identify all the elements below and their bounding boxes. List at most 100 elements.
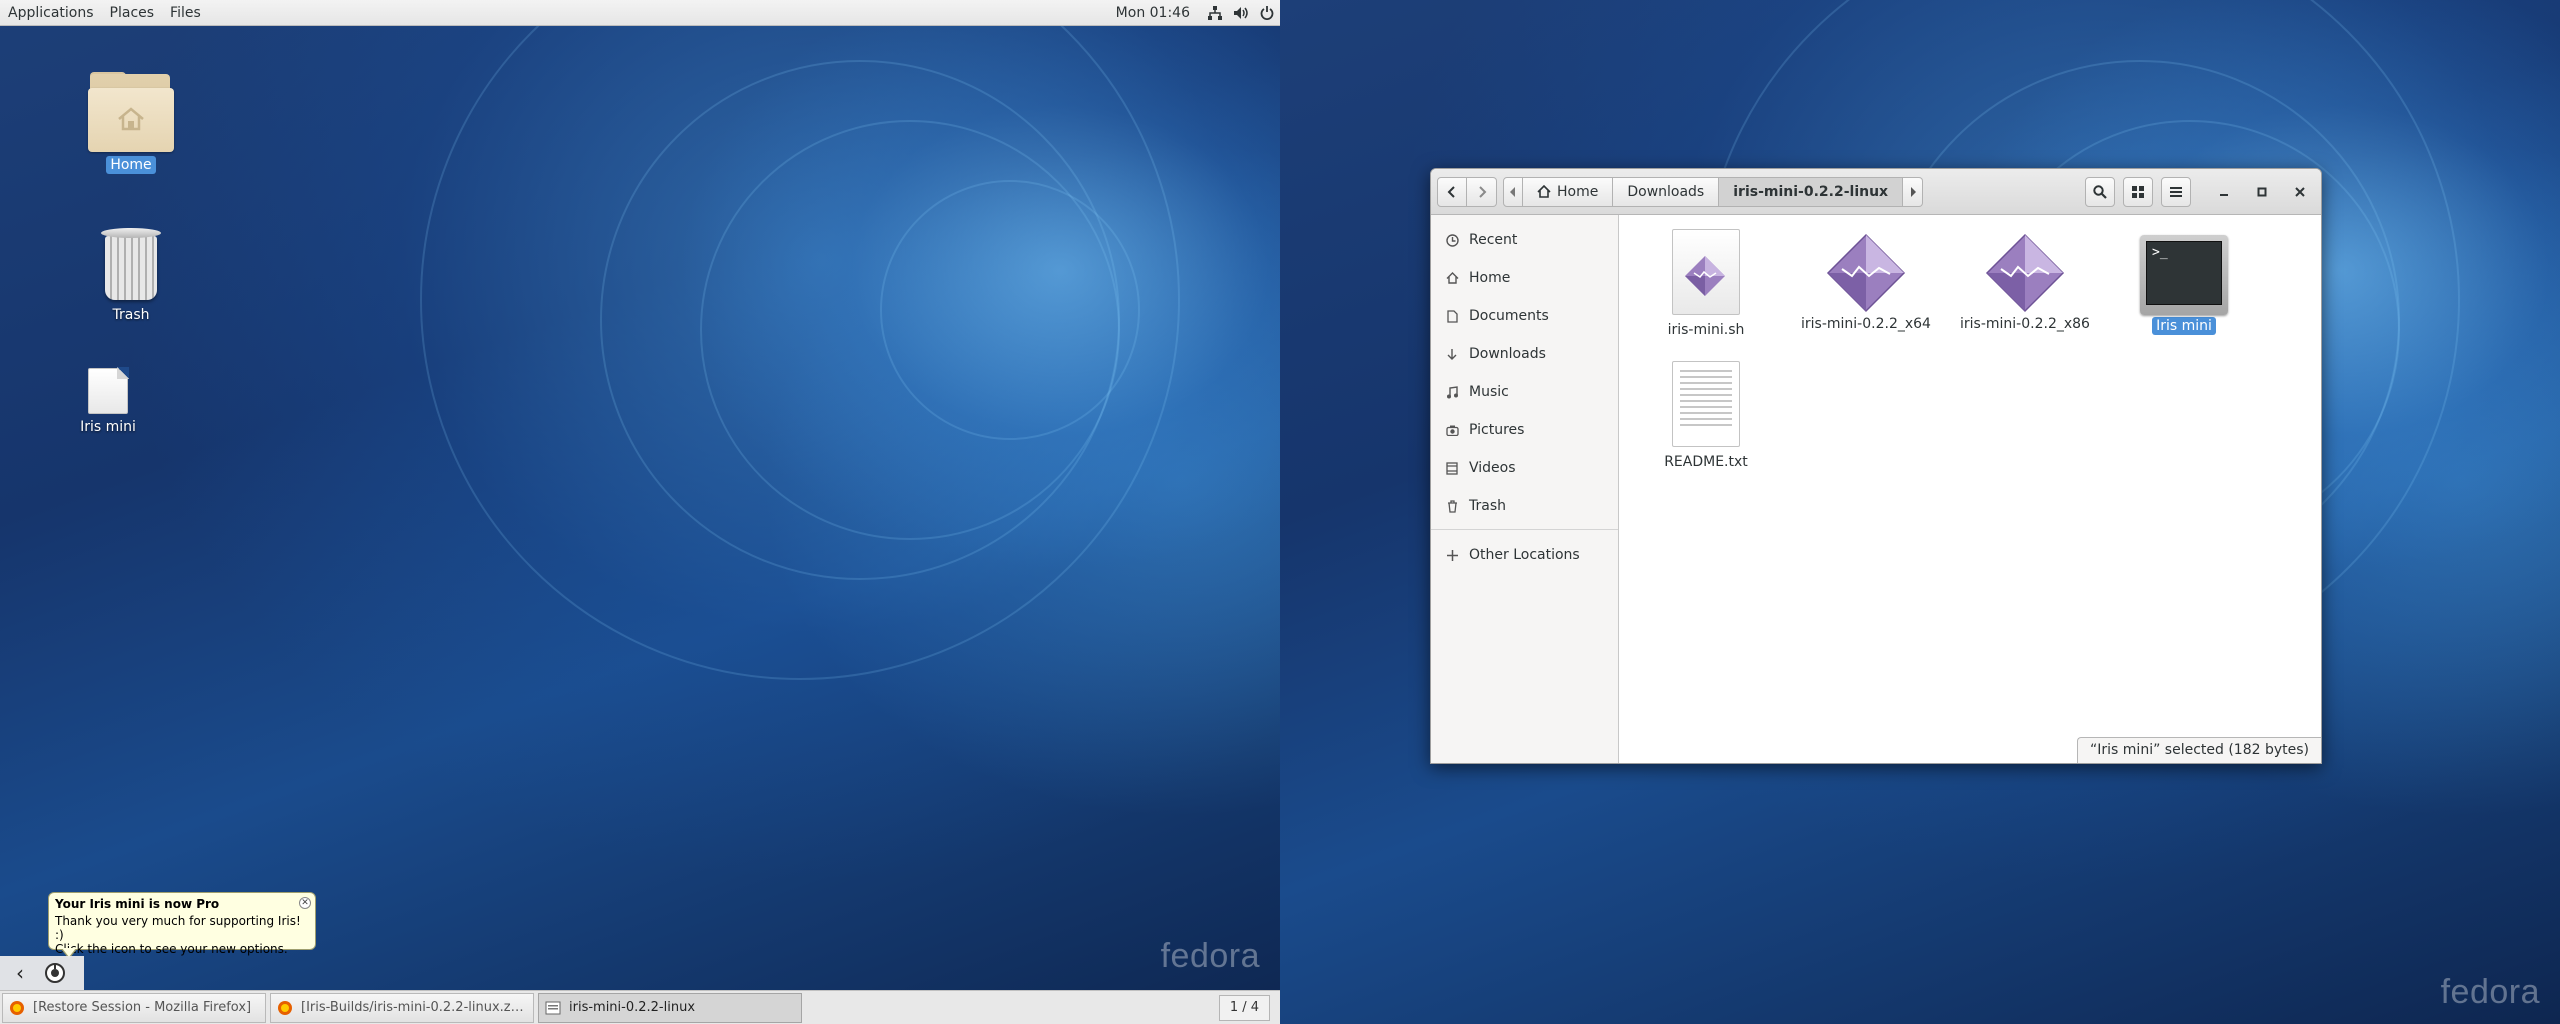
close-icon [2295, 186, 2305, 197]
sidebar-item-recent[interactable]: Recent [1431, 221, 1618, 259]
file-label: Iris mini [2152, 317, 2216, 335]
sidebar-item-home[interactable]: Home [1431, 259, 1618, 297]
sidebar-item-videos[interactable]: Videos [1431, 449, 1618, 487]
chevron-right-icon [1910, 186, 1916, 197]
file-item-selected[interactable]: >_ Iris mini [2109, 235, 2259, 335]
file-view[interactable]: iris-mini.sh iris-mini-0.2.2_x64 iris-mi… [1619, 215, 2321, 763]
workspace-indicator[interactable]: 1 / 4 [1218, 995, 1270, 1021]
header-bar: Home Downloads iris-mini-0.2.2-linux [1431, 169, 2321, 215]
task-firefox-restore[interactable]: [Restore Session - Mozilla Firefox] [2, 992, 266, 1023]
view-mode-button[interactable] [2123, 176, 2153, 207]
task-label: [Restore Session - Mozilla Firefox] [33, 1000, 252, 1015]
sidebar-item-label: Documents [1469, 308, 1549, 324]
crumb-iris-mini-folder[interactable]: iris-mini-0.2.2-linux [1719, 176, 1904, 207]
files-window: Home Downloads iris-mini-0.2.2-linux Rec… [1430, 168, 2322, 764]
chevron-left-icon [1447, 185, 1455, 198]
task-files-window[interactable]: iris-mini-0.2.2-linux [538, 992, 802, 1023]
chevron-left-icon[interactable]: ‹ [0, 961, 40, 985]
clock[interactable]: Mon 01:46 [1104, 5, 1202, 21]
music-icon [1445, 385, 1459, 399]
plus-icon [1445, 548, 1459, 562]
iris-tray-icon[interactable] [40, 958, 70, 988]
file-item[interactable]: README.txt [1631, 361, 1781, 471]
crumb-home[interactable]: Home [1523, 176, 1614, 207]
file-label: README.txt [1664, 454, 1748, 470]
selection-status: “Iris mini” selected (182 bytes) [2077, 737, 2321, 763]
executable-icon [1985, 233, 2065, 313]
places-sidebar: Recent Home Documents Downloads Music Pi… [1431, 215, 1619, 763]
crumb-scroll-left[interactable] [1503, 176, 1523, 207]
crumb-downloads[interactable]: Downloads [1613, 176, 1720, 207]
applications-menu[interactable]: Applications [0, 0, 102, 26]
files-menu[interactable]: Files [162, 0, 209, 26]
iris-notification[interactable]: Your Iris mini is now Pro Thank you very… [48, 892, 316, 959]
legacy-tray: ‹ [0, 956, 84, 990]
sidebar-separator [1431, 529, 1618, 530]
search-button[interactable] [2085, 176, 2115, 207]
window-list: [Restore Session - Mozilla Firefox] [Iri… [0, 990, 1280, 1024]
text-file-icon [1672, 361, 1740, 447]
sidebar-item-label: Trash [1469, 498, 1506, 514]
sidebar-item-label: Other Locations [1469, 547, 1580, 563]
desktop-wallpaper [0, 0, 1280, 1024]
close-button[interactable] [2285, 177, 2315, 207]
sidebar-item-other-locations[interactable]: Other Locations [1431, 536, 1618, 574]
maximize-icon [2257, 187, 2267, 196]
close-icon[interactable]: ✕ [299, 897, 311, 909]
hamburger-icon [2170, 186, 2182, 197]
notification-line: Thank you very much for supporting Iris!… [55, 914, 301, 942]
network-icon[interactable] [1202, 0, 1228, 26]
minimize-button[interactable] [2209, 177, 2239, 207]
camera-icon [1445, 423, 1459, 437]
file-item[interactable]: iris-mini-0.2.2_x64 [1791, 233, 1941, 333]
document-icon [88, 367, 129, 414]
forward-button[interactable] [1467, 176, 1497, 207]
minimize-icon [2220, 193, 2228, 196]
crumb-scroll-right[interactable] [1903, 176, 1924, 207]
desktop-trash-icon[interactable]: Trash [71, 228, 191, 324]
menu-button[interactable] [2161, 176, 2191, 207]
desktop-icon-label: Trash [112, 307, 150, 323]
sidebar-item-downloads[interactable]: Downloads [1431, 335, 1618, 373]
volume-icon[interactable] [1228, 0, 1254, 26]
grid-icon [2132, 185, 2144, 198]
firefox-icon [10, 1000, 24, 1015]
left-monitor: fedora Applications Places Files Mon 01:… [0, 0, 1280, 1024]
desktop-iris-mini-icon[interactable]: Iris mini [48, 367, 168, 436]
file-item[interactable]: iris-mini-0.2.2_x86 [1950, 233, 2100, 333]
executable-icon [1826, 233, 1906, 313]
crumb-label: iris-mini-0.2.2-linux [1733, 183, 1889, 200]
sidebar-item-label: Recent [1469, 232, 1518, 248]
file-label: iris-mini-0.2.2_x86 [1960, 316, 2090, 332]
top-panel: Applications Places Files Mon 01:46 [0, 0, 1280, 26]
task-firefox-iris-builds[interactable]: [Iris-Builds/iris-mini-0.2.2-linux.zip a… [270, 992, 534, 1023]
sidebar-item-music[interactable]: Music [1431, 373, 1618, 411]
file-item[interactable]: iris-mini.sh [1631, 229, 1781, 339]
clock-icon [1445, 233, 1459, 247]
sidebar-item-documents[interactable]: Documents [1431, 297, 1618, 335]
maximize-button[interactable] [2247, 177, 2277, 207]
file-label: iris-mini-0.2.2_x64 [1801, 316, 1931, 332]
notification-body: Thank you very much for supporting Iris!… [55, 914, 309, 956]
power-icon[interactable] [1254, 0, 1280, 26]
trash-icon [99, 228, 163, 302]
back-button[interactable] [1437, 176, 1467, 207]
places-menu[interactable]: Places [102, 0, 163, 26]
sidebar-item-pictures[interactable]: Pictures [1431, 411, 1618, 449]
task-label: iris-mini-0.2.2-linux [569, 1000, 696, 1015]
sidebar-item-label: Pictures [1469, 422, 1525, 438]
notification-title: Your Iris mini is now Pro [55, 897, 220, 911]
fedora-watermark: fedora [1160, 937, 1260, 975]
home-icon [1537, 185, 1551, 198]
crumb-label: Home [1557, 183, 1599, 200]
document-icon [1445, 309, 1459, 323]
task-label: [Iris-Builds/iris-mini-0.2.2-linux.zip a… [301, 1000, 527, 1015]
desktop-home-icon[interactable]: Home [71, 72, 191, 174]
sidebar-item-label: Music [1469, 384, 1509, 400]
fedora-watermark: fedora [2440, 973, 2540, 1011]
video-icon [1445, 461, 1459, 475]
desktop-icon-label: Home [106, 156, 156, 174]
firefox-icon [278, 1000, 292, 1015]
script-file-icon [1672, 229, 1740, 315]
sidebar-item-trash[interactable]: Trash [1431, 487, 1618, 525]
